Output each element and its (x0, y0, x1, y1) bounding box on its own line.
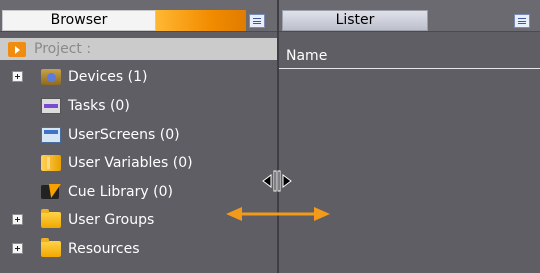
project-label: Project : (34, 41, 92, 57)
tree-item-cue-library[interactable]: Cue Library (0) (0, 181, 277, 203)
expand-icon[interactable] (12, 243, 23, 254)
browser-panel: Browser Project : Devices (1) Tasks (0) … (0, 0, 277, 273)
tree-item-devices[interactable]: Devices (1) (0, 66, 277, 88)
expand-icon[interactable] (12, 71, 23, 82)
devices-icon (41, 69, 61, 85)
tree-item-label: User Variables (0) (68, 155, 193, 171)
tree-item-user-variables[interactable]: User Variables (0) (0, 152, 277, 174)
column-resize-cursor-icon (262, 170, 292, 192)
tree-item-label: Tasks (0) (68, 98, 130, 114)
tree-item-label: Devices (1) (68, 69, 148, 85)
lister-panel: Lister Name (279, 0, 540, 273)
tasks-icon (41, 98, 61, 114)
tree-item-label: UserScreens (0) (68, 127, 180, 143)
browser-view-options-icon[interactable] (249, 14, 265, 28)
tree-item-label: User Groups (68, 212, 155, 228)
browser-tab-accent (156, 10, 246, 31)
tree-item-user-screens[interactable]: UserScreens (0) (0, 124, 277, 146)
lister-view-options-icon[interactable] (514, 14, 530, 28)
browser-tab[interactable]: Browser (2, 10, 156, 31)
folder-icon (41, 209, 61, 228)
user-variables-icon (41, 155, 61, 171)
project-icon (8, 42, 26, 57)
resize-arrow-icon (226, 207, 330, 221)
cue-library-icon (41, 184, 61, 200)
tree-item-label: Cue Library (0) (68, 184, 173, 200)
lister-column-header[interactable]: Name (279, 42, 540, 69)
tree-item-label: Resources (68, 241, 140, 257)
tree-item-resources[interactable]: Resources (0, 238, 277, 260)
project-row[interactable]: Project : (0, 38, 277, 60)
folder-icon (41, 238, 61, 257)
expand-icon[interactable] (12, 214, 23, 225)
lister-tab[interactable]: Lister (282, 10, 428, 31)
tree-item-tasks[interactable]: Tasks (0) (0, 95, 277, 117)
user-screens-icon (41, 127, 61, 143)
column-name-label: Name (286, 48, 328, 64)
